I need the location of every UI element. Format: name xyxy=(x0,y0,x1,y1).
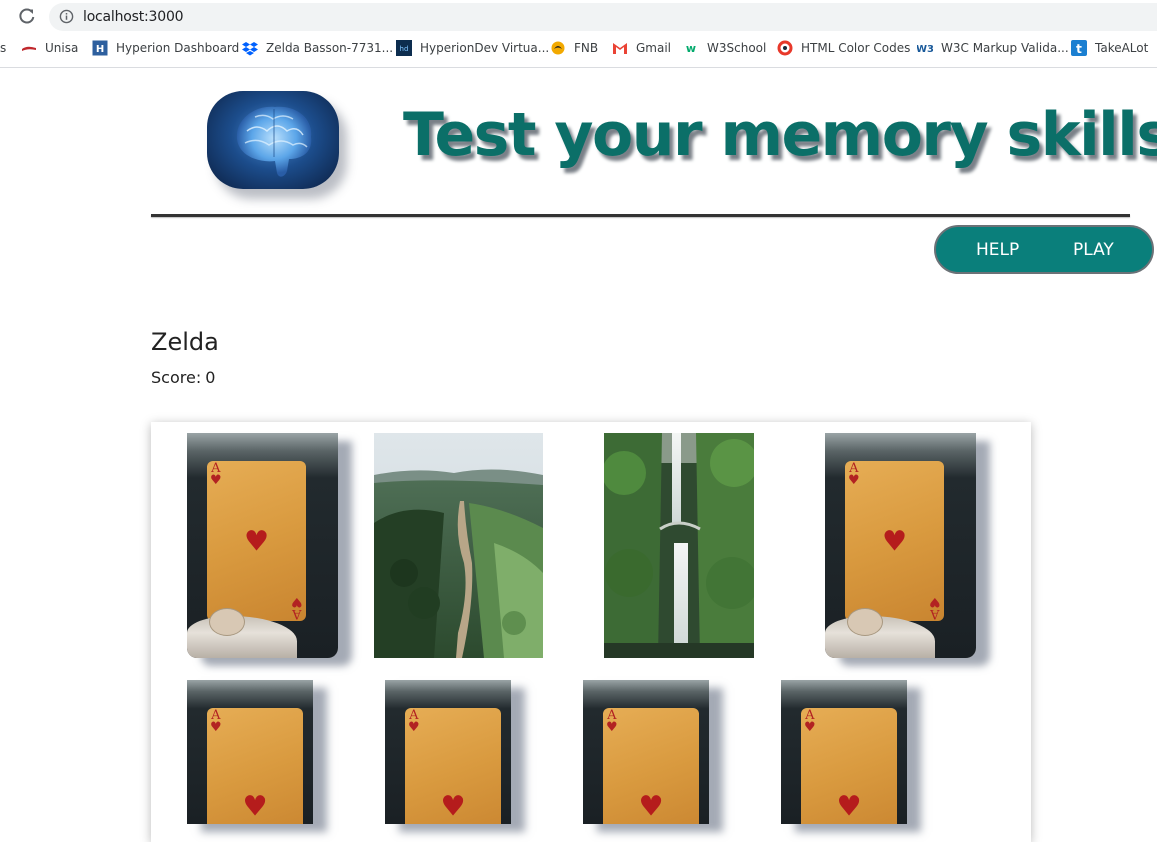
bookmark-label: HTML Color Codes xyxy=(801,41,911,55)
card-index-top: A ♥ xyxy=(804,708,816,735)
ace-card-back: A ♥ ♥ xyxy=(603,708,699,824)
card-index-top: A ♥ xyxy=(848,461,860,488)
thumb-image xyxy=(209,608,245,636)
player-name: Zelda xyxy=(151,328,219,356)
bookmark-hyperiondev[interactable]: hd HyperionDev Virtua... xyxy=(396,36,549,60)
score-display: Score: 0 xyxy=(151,368,215,387)
bookmark-html-color-codes[interactable]: HTML Color Codes xyxy=(777,36,910,60)
card-face-down[interactable]: A ♥ ♥ xyxy=(781,680,907,824)
gmail-icon xyxy=(612,40,628,56)
heart-icon: ♥ xyxy=(836,789,862,822)
dropbox-icon xyxy=(242,40,258,56)
ace-card-back: A ♥ ♥ A ♥ xyxy=(845,461,944,621)
hyperion-icon: H xyxy=(92,40,108,56)
help-button[interactable]: HELP xyxy=(976,240,1019,260)
bookmark-label: W3School xyxy=(707,41,767,55)
card-face-down[interactable]: A ♥ ♥ A ♥ xyxy=(825,433,976,658)
svg-text:W3: W3 xyxy=(917,44,933,55)
bookmark-dropbox[interactable]: Zelda Basson-7731... xyxy=(242,36,393,60)
heart-icon: ♥ xyxy=(440,789,466,822)
card-face-down[interactable]: A ♥ ♥ A ♥ xyxy=(187,433,338,658)
ace-card-back: A ♥ ♥ xyxy=(207,708,303,824)
bookmark-label: s xyxy=(0,41,7,55)
bookmark-item[interactable]: s xyxy=(0,36,6,60)
card-index-top: A ♥ xyxy=(408,708,420,735)
bookmark-fnb[interactable]: FNB xyxy=(550,36,598,60)
thumb-image xyxy=(847,608,883,636)
w3c-icon: W3 xyxy=(917,40,933,56)
card-revealed-waterfall[interactable] xyxy=(604,433,754,658)
bookmark-label: HyperionDev Virtua... xyxy=(420,41,550,55)
play-button[interactable]: PLAY xyxy=(1073,240,1114,260)
bookmark-label: FNB xyxy=(574,41,599,55)
url-text[interactable]: localhost:3000 xyxy=(83,9,184,25)
brain-logo xyxy=(207,91,339,189)
bookmark-gmail[interactable]: Gmail xyxy=(612,36,671,60)
w3schools-icon: w xyxy=(683,40,699,56)
reload-icon[interactable] xyxy=(17,6,37,26)
fnb-icon xyxy=(550,40,566,56)
waterfall-photo xyxy=(604,433,754,658)
ace-card-back: A ♥ ♥ A ♥ xyxy=(207,461,306,621)
bookmark-label: Zelda Basson-7731... xyxy=(266,41,394,55)
bookmark-w3c-validator[interactable]: W3 W3C Markup Valida... xyxy=(917,36,1069,60)
header-divider xyxy=(151,214,1130,217)
bookmark-label: Unisa xyxy=(45,41,79,55)
ace-card-back: A ♥ ♥ xyxy=(405,708,501,824)
main-nav: HELP PLAY xyxy=(934,225,1154,274)
card-face-down[interactable]: A ♥ ♥ xyxy=(583,680,709,824)
svg-text:t: t xyxy=(1076,42,1082,56)
score-label: Score: xyxy=(151,368,202,387)
svg-text:hd: hd xyxy=(400,45,409,53)
bookmark-label: Hyperion Dashboard xyxy=(116,41,240,55)
card-index-top: A ♥ xyxy=(210,461,222,488)
hyperiondev-icon: hd xyxy=(396,40,412,56)
address-bar[interactable]: localhost:3000 xyxy=(49,3,1157,31)
svg-text:w: w xyxy=(686,42,696,55)
heart-icon: ♥ xyxy=(242,789,268,822)
ace-card-back: A ♥ ♥ xyxy=(801,708,897,824)
page-title: Test your memory skills xyxy=(403,100,1157,170)
heart-icon: ♥ xyxy=(638,789,664,822)
back-icon[interactable]: › xyxy=(0,7,10,26)
card-index-bottom: A ♥ xyxy=(929,594,941,621)
info-icon[interactable] xyxy=(59,9,74,24)
bookmark-hyperion-dashboard[interactable]: H Hyperion Dashboard xyxy=(92,36,239,60)
browser-toolbar: › localhost:3000 s Unisa H Hyperion Dash… xyxy=(0,0,1157,68)
color-codes-icon xyxy=(777,40,793,56)
bookmark-label: Gmail xyxy=(636,41,672,55)
brain-icon xyxy=(236,106,312,177)
card-revealed-trail[interactable] xyxy=(374,433,543,658)
bookmark-takealot[interactable]: t TakeALot xyxy=(1071,36,1148,60)
bookmark-label: TakeALot xyxy=(1095,41,1149,55)
heart-icon: ♥ xyxy=(243,524,270,558)
card-face-down[interactable]: A ♥ ♥ xyxy=(385,680,511,824)
bookmark-unisa[interactable]: Unisa xyxy=(21,36,78,60)
bookmark-label: W3C Markup Valida... xyxy=(941,41,1069,55)
card-face-down[interactable]: A ♥ ♥ xyxy=(187,680,313,824)
unisa-icon xyxy=(21,40,37,56)
card-index-bottom: A ♥ xyxy=(291,594,303,621)
mountain-trail-photo xyxy=(374,433,543,658)
takealot-icon: t xyxy=(1071,40,1087,56)
heart-icon: ♥ xyxy=(881,524,908,558)
svg-text:H: H xyxy=(96,44,104,55)
card-index-top: A ♥ xyxy=(210,708,222,735)
card-index-top: A ♥ xyxy=(606,708,618,735)
bookmark-w3school[interactable]: w W3School xyxy=(683,36,766,60)
score-value: 0 xyxy=(205,368,216,387)
bookmarks-bar: s Unisa H Hyperion Dashboard Zelda Basso… xyxy=(0,36,1157,60)
